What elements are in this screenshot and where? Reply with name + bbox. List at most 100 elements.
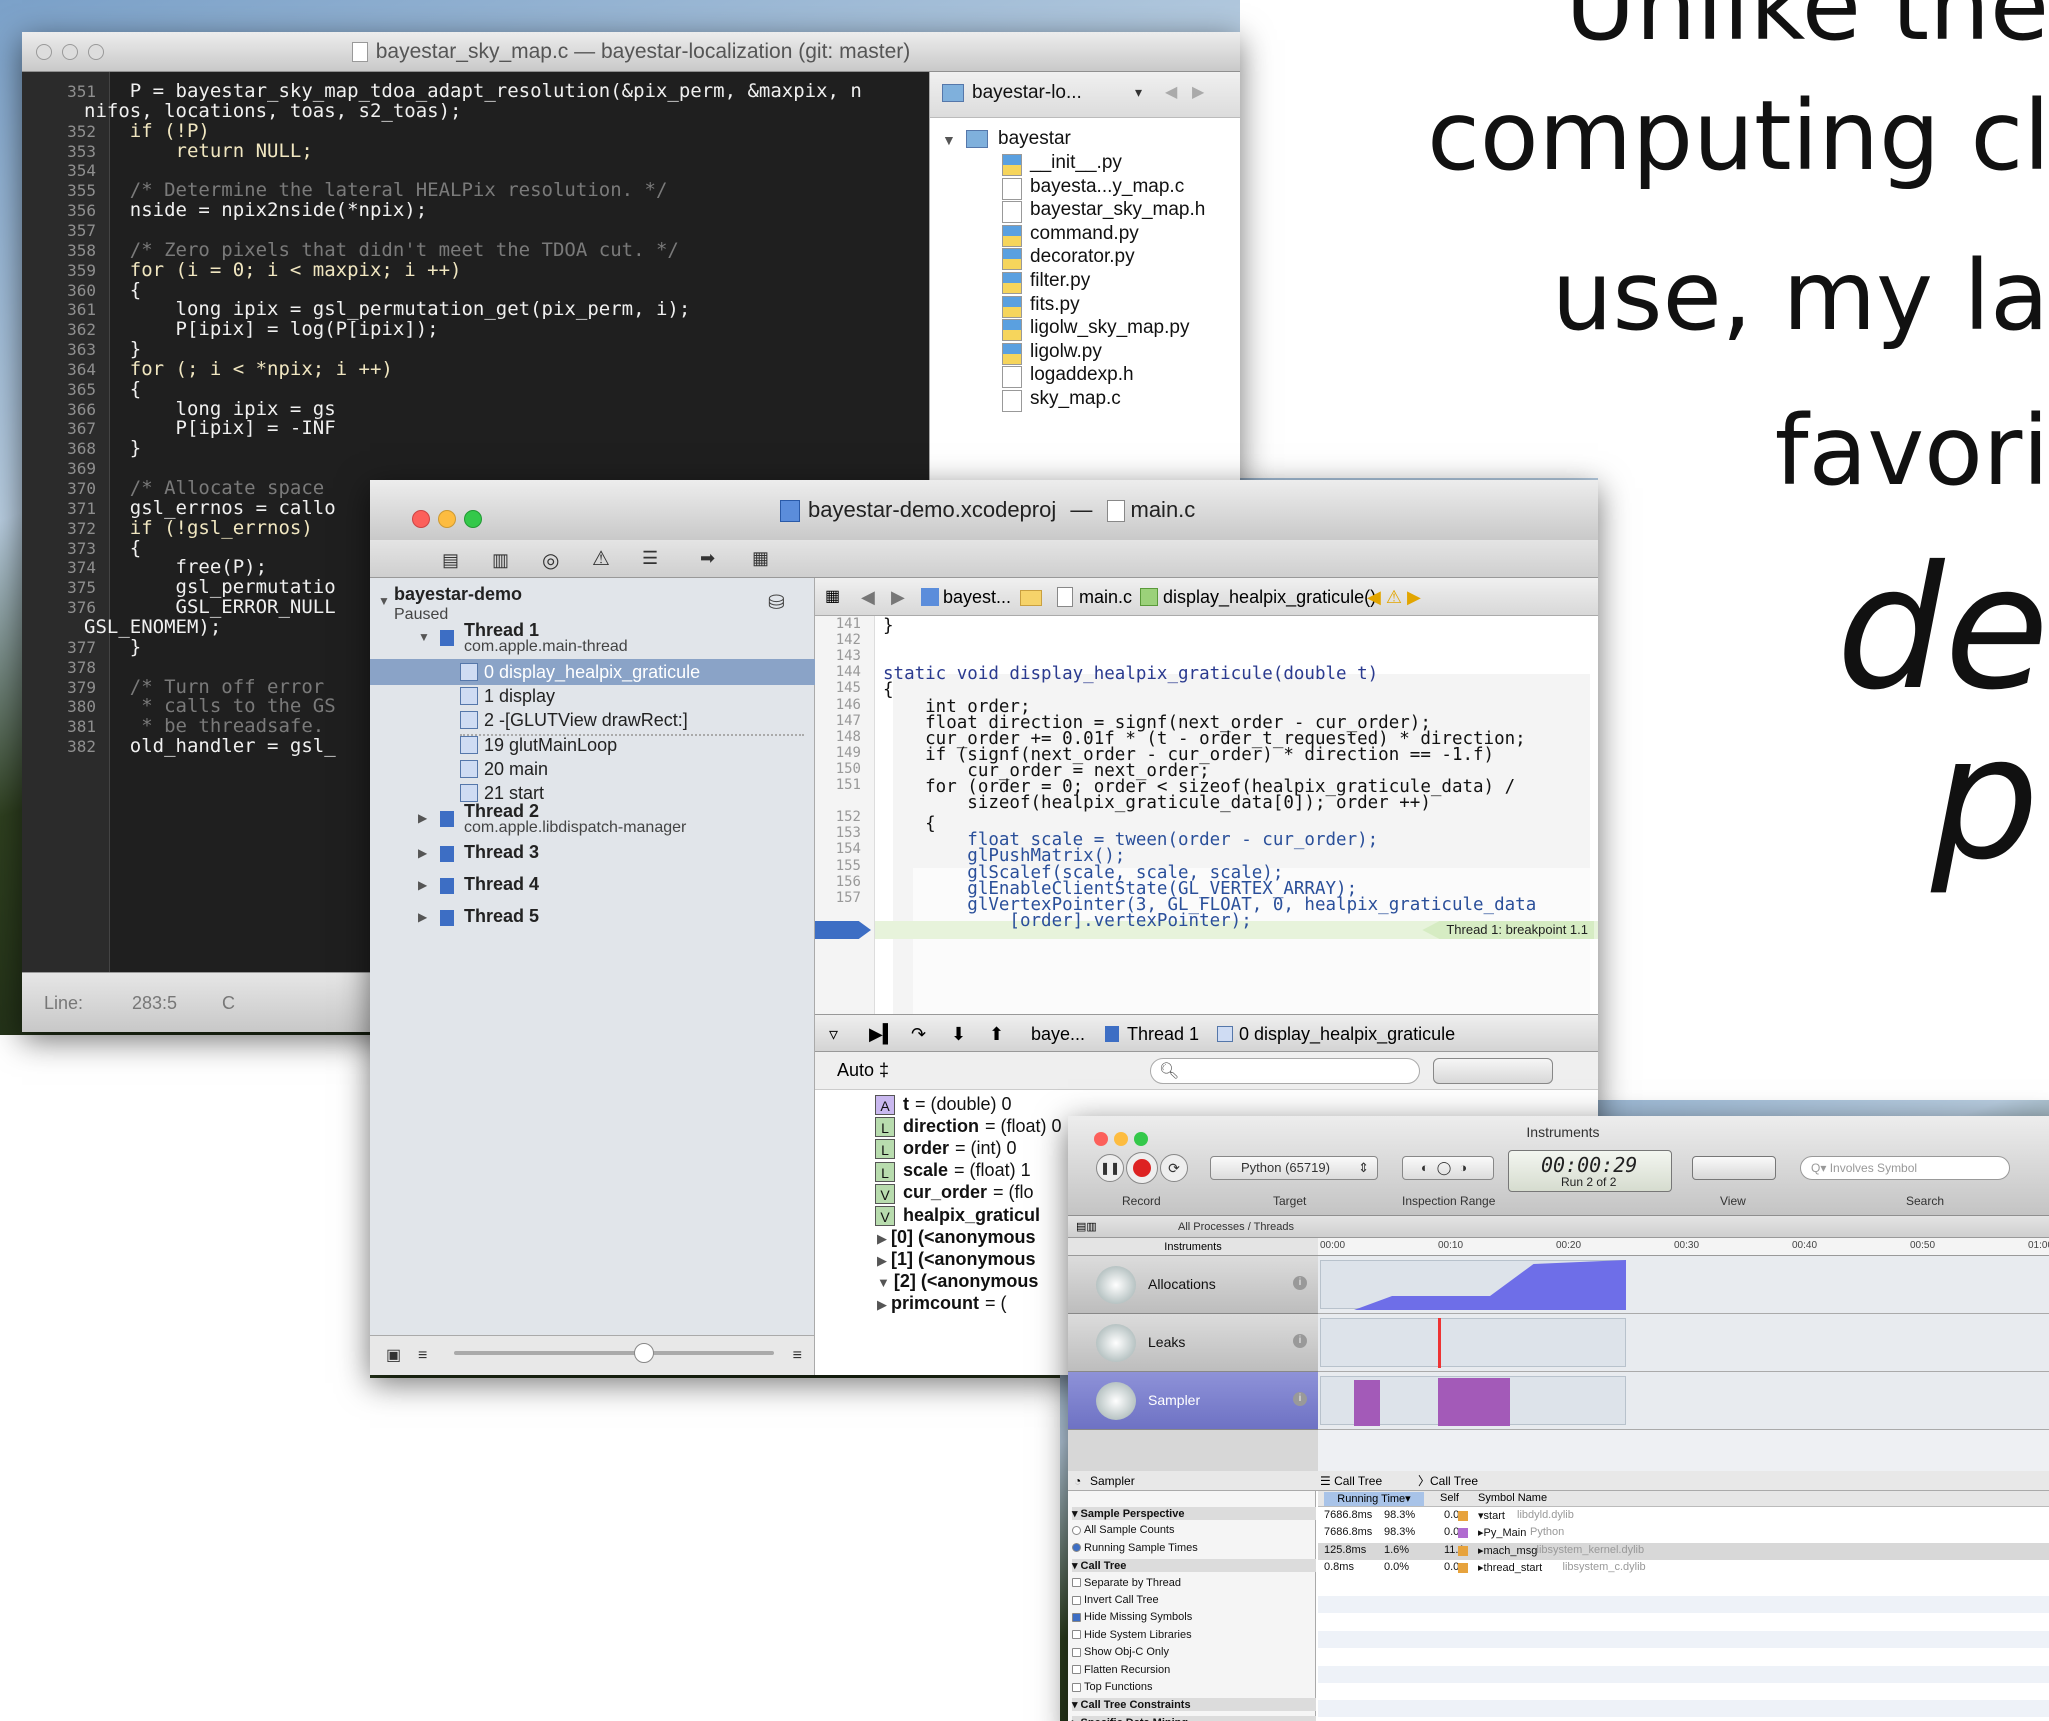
options-section-header[interactable]: ▾ Call Tree — [1072, 1559, 1316, 1573]
stack-frame[interactable]: 0 display_healpix_graticule — [484, 662, 700, 683]
checkbox[interactable] — [1072, 1525, 1081, 1535]
variable-row[interactable]: ▶ primcount = ( — [877, 1293, 1007, 1314]
stack-frame[interactable]: 2 -[GLUTView drawRect:] — [484, 710, 688, 731]
disclosure-triangle-icon[interactable]: ▼ — [418, 630, 430, 644]
pause-button[interactable]: ❚❚ — [1096, 1154, 1124, 1182]
variable-row[interactable]: At = (double) 0 — [875, 1094, 1012, 1116]
track-leaks[interactable] — [1318, 1314, 2049, 1372]
close-button[interactable] — [412, 510, 430, 528]
variable-row[interactable]: Lorder = (int) 0 — [875, 1138, 1017, 1160]
list-icon[interactable]: ≡ — [418, 1347, 427, 1365]
stack-frame[interactable]: 20 main — [484, 759, 548, 780]
list-icon[interactable]: ≡ — [793, 1347, 802, 1365]
file-item[interactable]: ligolw.py — [1030, 341, 1102, 363]
file-item[interactable]: bayesta...y_map.c — [1030, 176, 1184, 198]
info-icon[interactable]: i — [1293, 1392, 1307, 1406]
project-selector[interactable]: bayestar-lo... — [972, 82, 1082, 104]
search-icon[interactable]: ◎ — [542, 548, 559, 573]
option-item[interactable]: Separate by Thread — [1072, 1577, 1181, 1589]
close-button[interactable] — [36, 44, 52, 60]
table-row[interactable]: 125.8ms 1.6% 11.1 ▸mach_msg libsystem_kernel… — [1318, 1544, 2018, 1561]
info-icon[interactable]: i — [1293, 1334, 1307, 1348]
disclosure-triangle-icon[interactable]: ▶ — [877, 1253, 887, 1268]
file-item[interactable]: logaddexp.h — [1030, 364, 1134, 386]
variable-row[interactable]: Vcur_order = (flo — [875, 1182, 1034, 1204]
variable-row[interactable]: Vhealpix_graticul — [875, 1205, 1046, 1226]
thread-name[interactable]: Thread 4 — [464, 874, 539, 895]
options-section-header[interactable]: ▾ Call Tree Constraints — [1072, 1698, 1316, 1712]
warning-icon[interactable]: ◀ ⚠ ▶ — [1367, 578, 1421, 616]
folder-icon[interactable]: ▤ — [442, 550, 459, 571]
variable-row[interactable]: ▼ [2] (<anonymous — [877, 1271, 1044, 1292]
variable-row[interactable]: Ldirection = (float) 0 — [875, 1116, 1062, 1138]
checkbox[interactable] — [1072, 1665, 1081, 1675]
file-item[interactable]: command.py — [1030, 223, 1139, 245]
file-item[interactable]: sky_map.c — [1030, 388, 1121, 410]
continue-icon[interactable]: ▶▍ — [869, 1015, 897, 1053]
folder-icon[interactable] — [1020, 590, 1042, 606]
status-language[interactable]: C — [222, 973, 235, 1032]
zoom-button[interactable] — [88, 44, 104, 60]
option-item[interactable]: Hide Missing Symbols — [1072, 1611, 1192, 1623]
target-selector[interactable]: Python (65719) ⇕ — [1210, 1156, 1378, 1180]
view-toggle[interactable] — [1433, 1058, 1553, 1084]
test-icon[interactable]: ☰ — [642, 548, 658, 569]
info-icon[interactable]: i — [1293, 1276, 1307, 1290]
file-item[interactable]: bayestar_sky_map.h — [1030, 199, 1205, 221]
call-tree-crumb[interactable]: 〉Call Tree — [1418, 1471, 1478, 1491]
checkbox[interactable] — [1072, 1612, 1081, 1622]
step-over-icon[interactable]: ↷ — [911, 1015, 926, 1053]
disclosure-triangle-icon[interactable]: ▸ — [1072, 1717, 1078, 1721]
hide-debug-area-icon[interactable]: ▿ — [829, 1015, 838, 1053]
debug-crumb-project[interactable]: baye... — [1031, 1015, 1085, 1053]
call-tree-menu[interactable]: ☰ Call Tree — [1320, 1471, 1382, 1491]
debug-crumb-frame[interactable]: 0 display_healpix_graticule — [1239, 1015, 1455, 1053]
search-field[interactable]: Q▾ Involves Symbol — [1800, 1156, 2010, 1180]
track-allocations[interactable] — [1318, 1256, 2049, 1314]
disclosure-triangle-icon[interactable]: ▶ — [418, 878, 427, 892]
thread-name[interactable]: Thread 5 — [464, 906, 539, 927]
instrument-row-leaks[interactable]: Leaks i — [1068, 1314, 1318, 1372]
jump-crumb-project[interactable]: bayest... — [943, 578, 1011, 616]
option-item[interactable]: Top Functions — [1072, 1681, 1152, 1693]
col-self[interactable]: Self — [1440, 1492, 1459, 1504]
checkbox[interactable] — [1072, 1682, 1081, 1692]
list-view-icon[interactable]: ▤▥ — [1076, 1216, 1097, 1238]
scope-selector[interactable]: Auto ‡ — [837, 1060, 889, 1081]
disclosure-triangle-icon[interactable]: ▶ — [418, 846, 427, 860]
record-button[interactable] — [1126, 1152, 1158, 1184]
jump-crumb-function[interactable]: display_healpix_graticule() — [1163, 578, 1376, 616]
disclosure-triangle-icon[interactable]: ▶ — [877, 1231, 887, 1246]
stack-frame[interactable]: 19 glutMainLoop — [484, 735, 617, 756]
option-item[interactable]: Invert Call Tree — [1072, 1594, 1159, 1606]
file-item[interactable]: fits.py — [1030, 294, 1080, 316]
disclosure-triangle-icon[interactable]: ▾ — [1072, 1508, 1078, 1520]
slider-knob[interactable] — [634, 1343, 654, 1363]
disclosure-triangle-icon[interactable]: ▼ — [942, 132, 956, 148]
scope-label[interactable]: All Processes / Threads — [1178, 1216, 1294, 1238]
variable-row[interactable]: Lscale = (float) 1 — [875, 1160, 1031, 1182]
option-item[interactable]: Show Obj-C Only — [1072, 1646, 1169, 1658]
breakpoint-icon[interactable]: ➡ — [700, 548, 715, 569]
forward-arrow-icon[interactable]: ▶ — [891, 578, 905, 616]
thread-name[interactable]: Thread 3 — [464, 842, 539, 863]
disclosure-triangle-icon[interactable]: ▾ — [1072, 1560, 1078, 1572]
filter-icon[interactable]: ▣ — [386, 1345, 401, 1365]
disclosure-triangle-icon[interactable]: ▶ — [877, 1297, 887, 1312]
option-item[interactable]: Hide System Libraries — [1072, 1629, 1192, 1641]
minimize-button[interactable] — [62, 44, 78, 60]
option-item[interactable]: Flatten Recursion — [1072, 1664, 1170, 1676]
checkbox[interactable] — [1072, 1595, 1081, 1605]
debug-crumb-thread[interactable]: Thread 1 — [1127, 1015, 1199, 1053]
col-running-time[interactable]: Running Time▾ — [1324, 1492, 1424, 1506]
track-sampler[interactable] — [1318, 1372, 2049, 1430]
status-position[interactable]: 283:5 — [132, 973, 177, 1032]
forward-arrow-icon[interactable]: ▶ — [1192, 82, 1204, 102]
checkbox[interactable] — [1072, 1647, 1081, 1657]
project-folder-label[interactable]: bayestar — [998, 128, 1071, 150]
file-item[interactable]: ligolw_sky_map.py — [1030, 317, 1189, 339]
table-row[interactable]: 7686.8ms 98.3% 0.0 ▸Py_Main Python — [1318, 1526, 2018, 1543]
disclosure-triangle-icon[interactable]: ▼ — [877, 1275, 890, 1290]
stack-frame[interactable]: 1 display — [484, 686, 555, 707]
inspection-range-buttons[interactable]: ◐◯◑ — [1402, 1156, 1494, 1180]
